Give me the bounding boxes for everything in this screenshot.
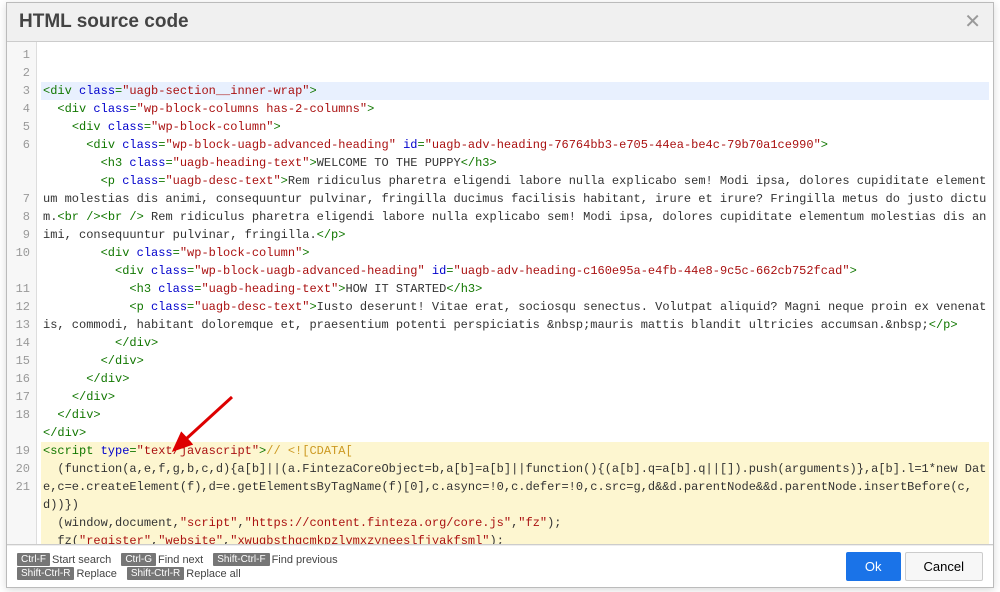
html-source-dialog: HTML source code ✕ 123456..78910.1112131…: [6, 2, 994, 588]
code-line[interactable]: <p class="uagb-desc-text">Rem ridiculus …: [41, 172, 989, 244]
dialog-header: HTML source code ✕: [7, 3, 993, 42]
code-line[interactable]: (function(a,e,f,g,b,c,d){a[b]||(a.Fintez…: [41, 460, 989, 514]
ok-button[interactable]: Ok: [846, 552, 901, 581]
keyboard-hints: Ctrl-FStart searchCtrl-GFind nextShift-C…: [17, 553, 842, 580]
code-line[interactable]: <div class="wp-block-uagb-advanced-headi…: [41, 136, 989, 154]
code-line[interactable]: <div class="wp-block-column">: [41, 244, 989, 262]
code-line[interactable]: <h3 class="uagb-heading-text">WELCOME TO…: [41, 154, 989, 172]
code-line[interactable]: <div class="wp-block-column">: [41, 118, 989, 136]
code-line[interactable]: <script type="text/javascript">// <![CDA…: [41, 442, 989, 460]
code-line[interactable]: </div>: [41, 388, 989, 406]
code-line[interactable]: fz("register","website","xwugbsthgcmkpzl…: [41, 532, 989, 545]
keyboard-hint: Shift-Ctrl-RReplace: [17, 567, 125, 580]
cancel-button[interactable]: Cancel: [905, 552, 983, 581]
keyboard-hint: Shift-Ctrl-FFind previous: [213, 553, 345, 566]
keyboard-hint: Ctrl-FStart search: [17, 553, 119, 566]
code-line[interactable]: </div>: [41, 334, 989, 352]
dialog-footer: Ctrl-FStart searchCtrl-GFind nextShift-C…: [7, 545, 993, 587]
code-line[interactable]: (window,document,"script","https://conte…: [41, 514, 989, 532]
code-line[interactable]: <div class="wp-block-columns has-2-colum…: [41, 100, 989, 118]
code-editor[interactable]: 123456..78910.1112131415161718.192021 <d…: [7, 42, 993, 545]
code-line[interactable]: <div class="uagb-section__inner-wrap">: [41, 82, 989, 100]
code-line[interactable]: </div>: [41, 370, 989, 388]
keyboard-hint: Ctrl-GFind next: [121, 553, 211, 566]
code-line[interactable]: </div>: [41, 424, 989, 442]
code-content[interactable]: <div class="uagb-section__inner-wrap"> <…: [37, 42, 993, 544]
code-line[interactable]: <p class="uagb-desc-text">Iusto deserunt…: [41, 298, 989, 334]
code-line[interactable]: <div class="wp-block-uagb-advanced-headi…: [41, 262, 989, 280]
close-icon[interactable]: ✕: [964, 12, 981, 32]
dialog-title: HTML source code: [19, 11, 189, 33]
line-number-gutter: 123456..78910.1112131415161718.192021: [7, 42, 37, 544]
keyboard-hint: Shift-Ctrl-RReplace all: [127, 567, 249, 580]
code-line[interactable]: </div>: [41, 406, 989, 424]
code-line[interactable]: <h3 class="uagb-heading-text">HOW IT STA…: [41, 280, 989, 298]
code-line[interactable]: </div>: [41, 352, 989, 370]
